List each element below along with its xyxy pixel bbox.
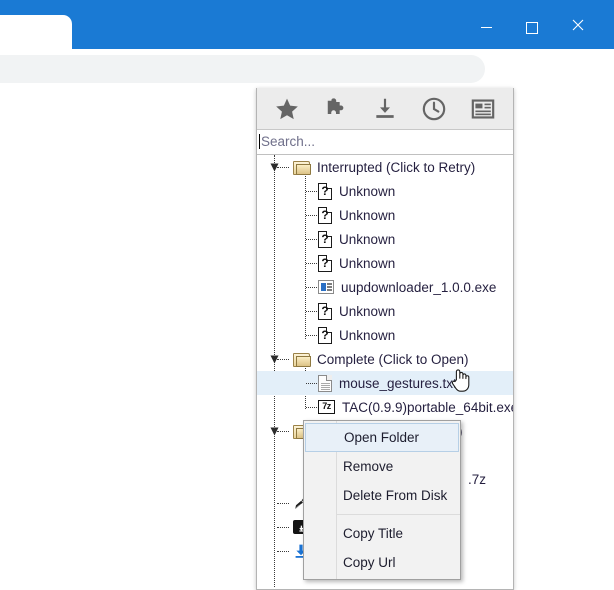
folder-icon: [293, 160, 311, 175]
news-button[interactable]: [463, 92, 503, 126]
context-menu-item-copy-url[interactable]: Copy Url: [304, 548, 460, 577]
tree-elbow-line: [277, 503, 289, 504]
tree-elbow-line: [277, 431, 289, 432]
pointer-hand-cursor: [450, 367, 472, 393]
tree-elbow-line: [306, 263, 317, 264]
tree-row-item[interactable]: uupdownloader_1.0.0.exe: [257, 275, 513, 299]
tree-row-item-selected[interactable]: mouse_gestures.txt: [257, 371, 513, 395]
title-bar: × +: [0, 0, 614, 61]
tree-row-label: uupdownloader_1.0.0.exe: [341, 279, 497, 295]
exe-file-icon: [318, 280, 334, 294]
tree-elbow-line: [277, 359, 289, 360]
tree-row-label: Complete (Click to Open): [317, 351, 469, 367]
new-tab-button[interactable]: +: [38, 20, 66, 48]
tree-row-label: TAC(0.9.9)portable_64bit.exe: [342, 399, 513, 415]
tree-row-group[interactable]: Complete (Click to Open): [257, 347, 513, 371]
download-context-menu: Open Folder Remove Delete From Disk Copy…: [303, 420, 461, 580]
tree-row-label: .7z: [468, 471, 487, 487]
tree-elbow-line: [306, 407, 317, 408]
unknown-file-icon: ?: [318, 230, 332, 248]
close-icon: [572, 19, 584, 31]
bookmarks-star-button[interactable]: [267, 92, 307, 126]
history-button[interactable]: [414, 92, 454, 126]
tree-elbow-line: [306, 335, 317, 336]
tree-row-item[interactable]: ? Unknown: [257, 323, 513, 347]
tree-elbow-line: [306, 287, 317, 288]
search-input[interactable]: [257, 130, 513, 153]
tree-row-group[interactable]: Interrupted (Click to Retry): [257, 155, 513, 179]
context-menu-item-open-folder[interactable]: Open Folder: [305, 423, 459, 452]
tree-elbow-line: [277, 551, 289, 552]
context-menu-item-label: Open Folder: [344, 430, 420, 445]
window-minimize-button[interactable]: [463, 11, 509, 43]
extensions-button[interactable]: [316, 92, 356, 126]
text-file-icon: [318, 374, 332, 392]
tree-elbow-line: [306, 215, 317, 216]
tree-elbow-line: [277, 167, 289, 168]
downloads-button[interactable]: [365, 92, 405, 126]
folder-icon: [293, 352, 311, 367]
clock-icon: [422, 97, 446, 120]
search-bar[interactable]: [257, 130, 513, 155]
tree-elbow-line: [306, 239, 317, 240]
context-menu-item-label: Copy Title: [343, 526, 404, 541]
tree-row-label: Unknown: [339, 327, 396, 343]
popup-toolbar: [257, 88, 513, 130]
puzzle-piece-icon: [327, 97, 344, 114]
address-bar[interactable]: [0, 55, 485, 83]
tree-row-label: Unknown: [339, 183, 396, 199]
tree-row-item[interactable]: 7z TAC(0.9.9)portable_64bit.exe: [257, 395, 513, 419]
minimize-icon: [480, 27, 492, 29]
tree-row-label: Unknown: [339, 303, 396, 319]
tree-row-label: Unknown: [339, 231, 396, 247]
unknown-file-icon: ?: [318, 326, 332, 344]
download-icon: [376, 98, 394, 118]
maximize-icon: [526, 21, 538, 34]
context-menu-item-delete-from-disk[interactable]: Delete From Disk: [304, 481, 460, 510]
unknown-file-icon: ?: [318, 254, 332, 272]
tree-elbow-line: [306, 311, 317, 312]
tree-row-label: Unknown: [339, 255, 396, 271]
context-menu-item-label: Remove: [343, 459, 394, 474]
browser-toolbar: [0, 49, 614, 133]
sevenzip-file-icon: 7z: [318, 400, 335, 414]
window-close-button[interactable]: [555, 11, 601, 43]
tree-row-item[interactable]: ? Unknown: [257, 203, 513, 227]
tree-row-label: mouse_gestures.txt: [339, 375, 457, 391]
unknown-file-icon: ?: [318, 302, 332, 320]
context-menu-item-remove[interactable]: Remove: [304, 452, 460, 481]
tree-elbow-line: [306, 383, 317, 384]
star-icon: [276, 98, 299, 119]
window-maximize-button[interactable]: [509, 11, 555, 43]
tree-row-item[interactable]: ? Unknown: [257, 251, 513, 275]
unknown-file-icon: ?: [318, 206, 332, 224]
tree-elbow-line: [306, 191, 317, 192]
tree-row-item[interactable]: ? Unknown: [257, 227, 513, 251]
tree-row-label: Interrupted (Click to Retry): [317, 159, 476, 175]
tree-row-item[interactable]: ? Unknown: [257, 299, 513, 323]
context-menu-separator: [337, 514, 460, 515]
tree-row-item[interactable]: ? Unknown: [257, 179, 513, 203]
tree-elbow-line: [277, 527, 289, 528]
context-menu-item-label: Delete From Disk: [343, 488, 448, 503]
tree-row-label: Unknown: [339, 207, 396, 223]
unknown-file-icon: ?: [318, 182, 332, 200]
context-menu-item-copy-title[interactable]: Copy Title: [304, 519, 460, 548]
context-menu-item-label: Copy Url: [343, 555, 396, 570]
article-icon: [471, 98, 494, 119]
